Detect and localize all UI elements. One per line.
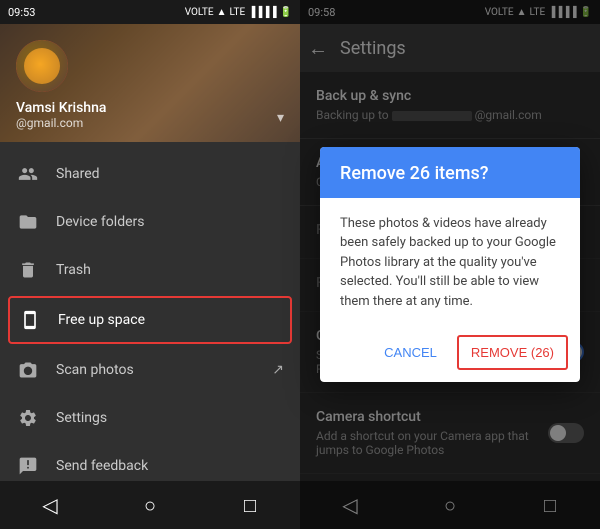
external-link-icon: ↗ bbox=[272, 362, 284, 378]
time-left: 09:53 bbox=[8, 6, 35, 19]
back-button-left[interactable]: ◁ bbox=[30, 485, 70, 525]
profile-name: Vamsi Krishna bbox=[16, 100, 284, 116]
dialog-header: Remove 26 items? bbox=[320, 147, 580, 198]
feedback-icon bbox=[16, 454, 40, 478]
shared-icon bbox=[16, 162, 40, 186]
sidebar-label-device-folders: Device folders bbox=[56, 214, 144, 230]
dialog-overlay: Remove 26 items? These photos & videos h… bbox=[300, 0, 600, 529]
sidebar-item-free-up-space[interactable]: Free up space bbox=[8, 296, 292, 344]
right-panel: 09:58 VOLTE ▲ LTE ▐▐▐▐ 🔋 ← Settings Back… bbox=[300, 0, 600, 529]
sidebar-item-device-folders[interactable]: Device folders bbox=[0, 198, 300, 246]
dialog-title: Remove 26 items? bbox=[340, 163, 560, 184]
dialog-actions: CANCEL REMOVE (26) bbox=[320, 327, 580, 382]
sidebar-item-send-feedback[interactable]: Send feedback bbox=[0, 442, 300, 481]
chevron-down-icon: ▾ bbox=[277, 110, 284, 126]
sidebar-label-scan-photos: Scan photos bbox=[56, 362, 134, 378]
remove-dialog: Remove 26 items? These photos & videos h… bbox=[320, 147, 580, 383]
sidebar-label-settings: Settings bbox=[56, 410, 107, 426]
sidebar-item-scan-photos[interactable]: Scan photos ↗ bbox=[0, 346, 300, 394]
sidebar-label-free-up-space: Free up space bbox=[58, 312, 145, 328]
dialog-body: These photos & videos have already been … bbox=[320, 198, 580, 328]
bottom-nav-left: ◁ ○ □ bbox=[0, 481, 300, 529]
sidebar-label-trash: Trash bbox=[56, 262, 91, 278]
settings-icon bbox=[16, 406, 40, 430]
home-button-left[interactable]: ○ bbox=[130, 485, 170, 525]
sidebar-item-trash[interactable]: Trash bbox=[0, 246, 300, 294]
avatar bbox=[16, 40, 68, 92]
recent-button-left[interactable]: □ bbox=[230, 485, 270, 525]
free-up-space-icon bbox=[18, 308, 42, 332]
sidebar-item-settings[interactable]: Settings bbox=[0, 394, 300, 442]
sidebar-label-send-feedback: Send feedback bbox=[56, 458, 148, 474]
profile-section[interactable]: Vamsi Krishna @gmail.com ▾ bbox=[0, 24, 300, 142]
left-panel: 09:53 VOLTE ▲ LTE ▐▐▐▐ 🔋 Vamsi Krishna @… bbox=[0, 0, 300, 529]
sidebar-label-shared: Shared bbox=[56, 166, 100, 182]
status-icons-left: VOLTE ▲ LTE ▐▐▐▐ 🔋 bbox=[185, 7, 292, 18]
remove-button[interactable]: REMOVE (26) bbox=[457, 335, 568, 370]
sidebar-item-shared[interactable]: Shared bbox=[0, 150, 300, 198]
dialog-text: These photos & videos have already been … bbox=[340, 214, 560, 312]
profile-email: @gmail.com bbox=[16, 116, 284, 130]
nav-menu: Shared Device folders Trash Free up spac… bbox=[0, 142, 300, 481]
folder-icon bbox=[16, 210, 40, 234]
cancel-button[interactable]: CANCEL bbox=[372, 335, 449, 370]
status-bar-left: 09:53 VOLTE ▲ LTE ▐▐▐▐ 🔋 bbox=[0, 0, 300, 24]
scan-photos-icon bbox=[16, 358, 40, 382]
trash-icon bbox=[16, 258, 40, 282]
